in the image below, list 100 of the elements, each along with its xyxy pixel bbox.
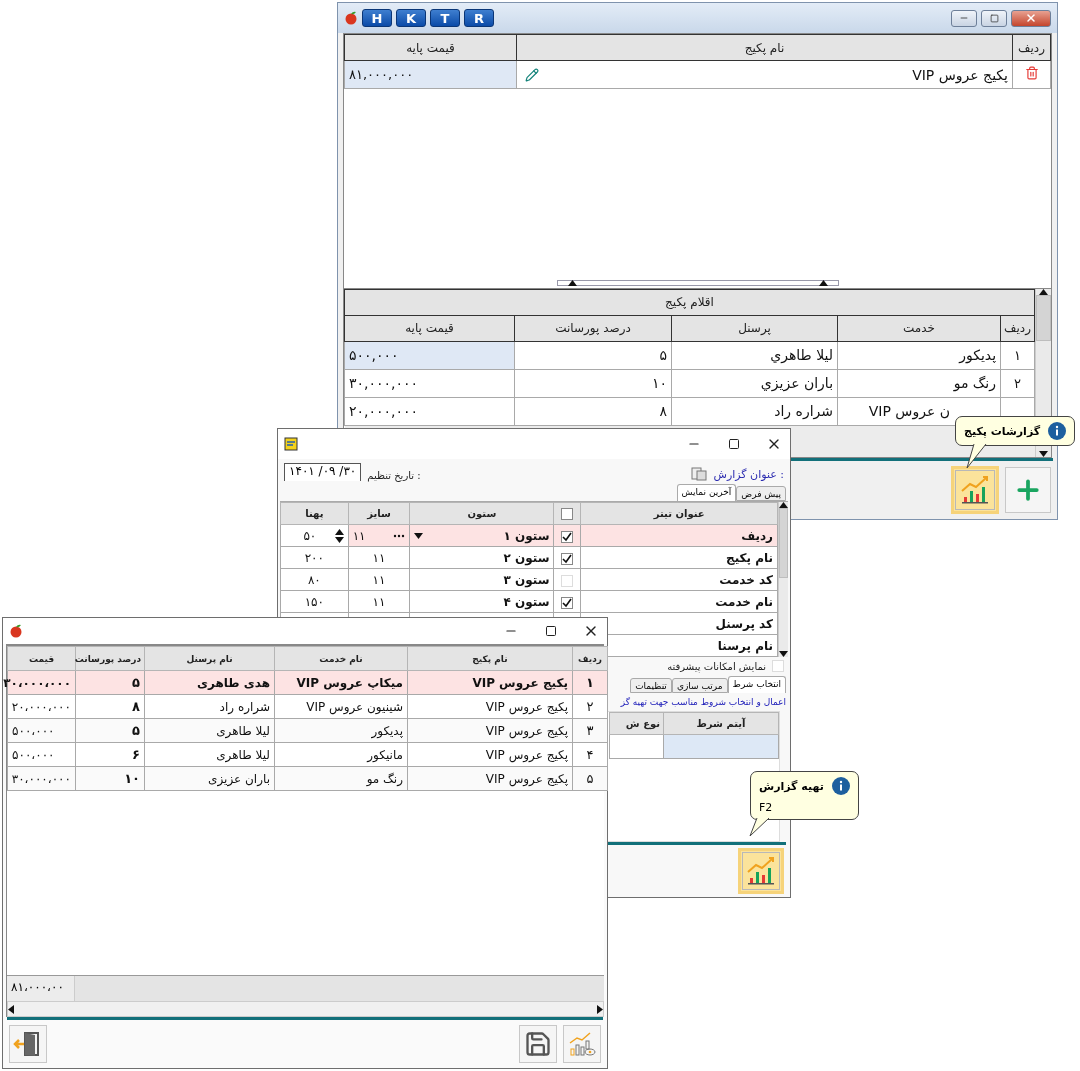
checkbox[interactable] — [561, 508, 574, 520]
tooltip-title: تهیه گزارش — [759, 779, 824, 793]
table-cell: ۱۰ — [514, 369, 672, 397]
tab[interactable]: آخرین نمایش — [676, 484, 737, 501]
table-cell: ۳۰,۰۰۰,۰۰۰ — [344, 369, 515, 397]
column-header[interactable]: درصد پورسانت — [514, 315, 672, 341]
width-spinner[interactable]: ۵۰ — [280, 524, 349, 547]
column-header[interactable]: عنوان تیتر — [580, 502, 778, 525]
column-header[interactable]: قیمت — [7, 646, 76, 671]
table-cell: ۸ — [75, 694, 145, 719]
table-cell: لیلا طاهری — [144, 742, 275, 767]
table-cell: نام خدمت — [580, 590, 778, 613]
table-cell: ستون ۴ — [409, 590, 554, 613]
table-cell: ۳۰،۰۰۰،۰۰۰ — [7, 766, 76, 791]
reports-button[interactable] — [951, 466, 999, 514]
checkbox[interactable] — [561, 552, 574, 565]
info-icon — [1048, 422, 1067, 440]
minimize-button[interactable] — [951, 9, 977, 27]
column-header[interactable]: آیتم شرط — [663, 712, 779, 735]
title-button[interactable]: R — [464, 9, 494, 27]
table-cell: پکیج عروس VIP — [407, 694, 573, 719]
table-row[interactable]: ۵ پکیج عروس VIP رنگ مو باران عزیزی ۱۰ ۳۰،۰۰۰،۰۰۰ — [7, 766, 608, 791]
column-header[interactable]: ردیف — [1012, 34, 1051, 61]
column-header[interactable]: نام پکیج — [516, 34, 1013, 61]
table-cell: باران عزيزي — [671, 369, 838, 397]
column-header[interactable]: نوع ش — [609, 712, 664, 735]
condition-cell[interactable] — [663, 734, 779, 759]
table-cell: ۱۱ — [348, 568, 410, 591]
spin-up-icon[interactable] — [334, 528, 344, 535]
table-cell: ۲۰,۰۰۰,۰۰۰ — [344, 397, 515, 425]
scroll-right-icon[interactable] — [597, 1004, 603, 1014]
title-button[interactable]: K — [396, 9, 426, 27]
tab[interactable]: تنظيمات — [630, 678, 672, 693]
row-number: ۴ — [572, 742, 608, 767]
table-cell: رنگ مو — [837, 369, 1001, 397]
table-cell: رنگ مو — [274, 766, 408, 791]
checkbox[interactable] — [561, 530, 574, 543]
splitter-arrow-icon[interactable] — [567, 279, 577, 286]
title-button[interactable]: H — [362, 9, 392, 27]
table-cell: شینیون عروس VIP — [274, 694, 408, 719]
table-cell: ۶ — [75, 742, 145, 767]
table-row[interactable]: ۲ پکیج عروس VIP شینیون عروس VIP شراره راد ۸ ۲۰،۰۰۰،۰۰۰ — [7, 694, 608, 719]
scroll-left-icon[interactable] — [8, 1004, 14, 1014]
column-header[interactable]: قیمت پایه — [344, 315, 515, 341]
table-cell: ۲۰۰ — [280, 546, 349, 569]
table-row[interactable]: ۴ پکیج عروس VIP مانیکور لیلا طاهری ۶ ۵۰۰،۰۰۰ — [7, 742, 608, 767]
table-cell: ۱۰ — [75, 766, 145, 791]
report-icon — [284, 437, 298, 451]
title-button[interactable]: T — [430, 9, 460, 27]
splitter-handle[interactable] — [556, 279, 839, 286]
column-header[interactable]: ردیف — [1000, 315, 1035, 341]
save-button[interactable] — [519, 1025, 557, 1063]
column-header[interactable]: درصد پورسانت — [75, 646, 145, 671]
table-cell: شراره راد — [671, 397, 838, 425]
apple-icon — [9, 624, 23, 638]
column-header[interactable]: خدمت — [837, 315, 1001, 341]
exit-button[interactable] — [9, 1025, 47, 1063]
table-cell: ۵۰۰،۰۰۰ — [7, 742, 76, 767]
tab[interactable]: مرتب سازي — [671, 678, 728, 693]
column-header[interactable]: پرسنل — [671, 315, 838, 341]
table-cell: ستون ۳ — [409, 568, 554, 591]
maximize-icon — [989, 13, 999, 23]
column-header[interactable]: نام خدمت — [274, 646, 408, 671]
edit-icon[interactable] — [525, 68, 539, 82]
spin-down-icon[interactable] — [334, 536, 344, 543]
table-cell: ۱۱ — [348, 590, 410, 613]
size-field[interactable]: ۱۱ — [348, 524, 410, 547]
table-cell: پکیج عروس VIP — [407, 742, 573, 767]
tab[interactable]: انتخاب شرط — [727, 676, 786, 693]
table-row[interactable]: ۳ پکیج عروس VIP پدیکور لیلا طاهری ۵ ۵۰۰،۰۰۰ — [7, 718, 608, 743]
horizontal-scrollbar[interactable] — [7, 1001, 604, 1017]
tab[interactable]: پیش فرض — [736, 486, 786, 501]
column-header[interactable]: نام پکیج — [407, 646, 573, 671]
column-header[interactable]: ستون — [409, 502, 554, 525]
table-cell: ۵ — [75, 670, 145, 695]
scrollbar[interactable] — [778, 502, 788, 657]
column-header[interactable]: پهنا — [280, 502, 349, 525]
row-number: ۲ — [1014, 375, 1021, 391]
date-field[interactable]: ۱۴۰۱ /۰۹ /۳۰ — [284, 463, 362, 481]
row-number: ۲ — [572, 694, 608, 719]
scroll-down-icon[interactable] — [779, 651, 788, 657]
checkbox[interactable] — [561, 596, 574, 609]
column-header[interactable]: ردیف — [572, 646, 608, 671]
row-number: ۳ — [572, 718, 608, 743]
maximize-icon — [728, 438, 740, 450]
make-report-button[interactable] — [738, 848, 784, 894]
ellipsis-icon[interactable] — [393, 533, 406, 538]
table-cell: ۸ — [514, 397, 672, 425]
column-header[interactable]: قیمت پایه — [344, 34, 517, 61]
delete-icon[interactable] — [1024, 66, 1039, 80]
column-header[interactable]: سایز — [348, 502, 410, 525]
column-header[interactable]: نام پرسنل — [144, 646, 275, 671]
add-button[interactable] — [1005, 467, 1051, 513]
dropdown-field[interactable]: ستون ۱ — [409, 524, 554, 547]
splitter-arrow-icon[interactable] — [818, 279, 828, 286]
table-title: اقلام پکیج — [344, 289, 1035, 315]
dropdown-icon[interactable] — [414, 532, 424, 539]
checkbox-label: نمایش امکانات پیشرفته — [667, 660, 766, 672]
table-cell: هدی طاهری — [144, 670, 275, 695]
table-cell: کد خدمت — [580, 568, 778, 591]
